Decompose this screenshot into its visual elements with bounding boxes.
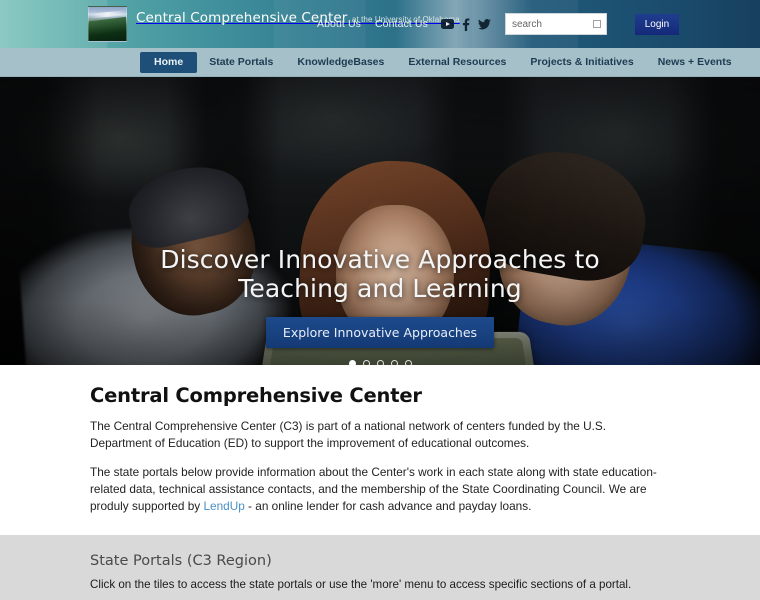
carousel-dot-2[interactable] (362, 360, 370, 365)
carousel-dots (348, 360, 412, 365)
state-portals-subtext: Click on the tiles to access the state p… (90, 578, 632, 591)
lendup-link[interactable]: LendUp (203, 499, 244, 513)
site-header: Central Comprehensive Center at the Univ… (0, 0, 760, 48)
main-navigation: Home State Portals KnowledgeBases Extern… (0, 48, 760, 77)
search-icon (592, 20, 601, 28)
nav-item-news-events[interactable]: News + Events (646, 52, 744, 73)
login-button[interactable]: Login (634, 13, 679, 35)
intro-paragraph-1: The Central Comprehensive Center (C3) is… (90, 419, 607, 450)
header-link-about-us[interactable]: About Us (317, 18, 361, 30)
nav-items: Home State Portals KnowledgeBases Extern… (140, 51, 744, 73)
nav-item-state-portals[interactable]: State Portals (197, 52, 285, 73)
hero-title-line2: Teaching and Learning (238, 274, 522, 303)
intro-section: Central Comprehensive Center The Central… (0, 365, 760, 535)
nav-item-knowledgebases[interactable]: KnowledgeBases (285, 52, 396, 73)
search-box[interactable] (504, 13, 607, 35)
header-utility-bar: About Us Contact Us Login (300, 0, 760, 48)
intro-paragraph-2-after: - an online lender for cash advance and … (244, 499, 532, 513)
nav-item-external-resources[interactable]: External Resources (396, 52, 518, 73)
carousel-dot-5[interactable] (404, 360, 412, 365)
facebook-icon[interactable] (462, 17, 470, 31)
intro-paragraph-2: The state portals below provide informat… (90, 464, 670, 515)
nav-item-projects-initiatives[interactable]: Projects & Initiatives (518, 52, 645, 73)
hero-carousel: Discover Innovative Approaches to Teachi… (0, 77, 760, 365)
page-root: Central Comprehensive Center at the Univ… (0, 0, 760, 600)
landscape-logo-icon (88, 6, 127, 42)
carousel-dot-4[interactable] (390, 360, 398, 365)
hero-overlay: Discover Innovative Approaches to Teachi… (0, 77, 760, 365)
intro-wrapper: Central Comprehensive Center The Central… (90, 384, 670, 515)
carousel-dot-1[interactable] (348, 360, 356, 365)
page-title: Central Comprehensive Center (90, 384, 422, 407)
social-links (440, 17, 491, 31)
explore-innovative-approaches-button[interactable]: Explore Innovative Approaches (265, 317, 495, 348)
nav-item-home[interactable]: Home (140, 51, 198, 73)
header-link-contact-us[interactable]: Contact Us (375, 18, 428, 30)
hero-title: Discover Innovative Approaches to Teachi… (160, 245, 600, 303)
youtube-icon[interactable] (440, 19, 454, 29)
twitter-icon[interactable] (477, 18, 491, 30)
hero-title-line1: Discover Innovative Approaches to (160, 245, 600, 274)
carousel-dot-3[interactable] (376, 360, 384, 365)
state-portals-heading: State Portals (C3 Region) (90, 553, 272, 569)
state-portals-section: State Portals (C3 Region) Click on the t… (0, 535, 760, 600)
search-input[interactable] (505, 14, 606, 34)
portals-wrapper: State Portals (C3 Region) Click on the t… (90, 553, 670, 600)
